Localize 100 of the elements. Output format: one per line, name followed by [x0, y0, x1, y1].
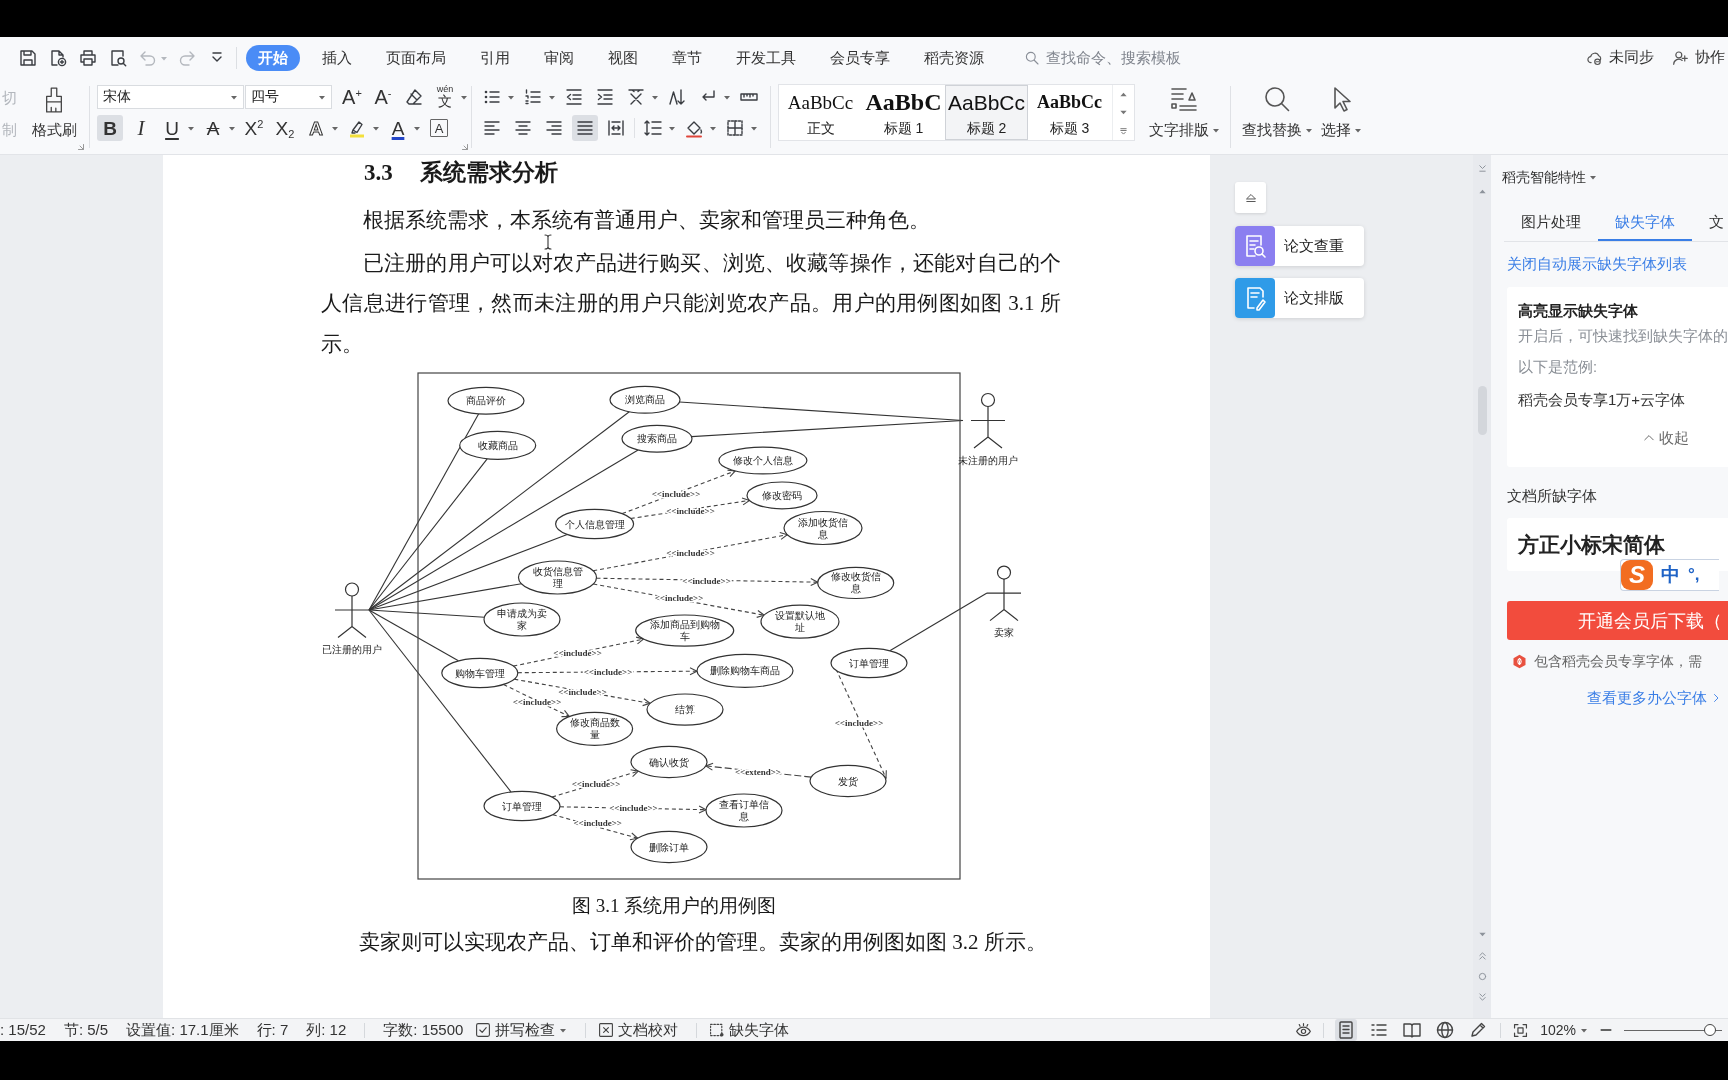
sort-icon[interactable] [667, 87, 687, 107]
collapse-button[interactable]: 收起 [1643, 428, 1689, 448]
style-preset[interactable]: AaBbCc 正文 [779, 85, 862, 140]
more-styles-icon[interactable] [1119, 126, 1128, 136]
scroll-up-icon[interactable] [1477, 187, 1487, 196]
caret-icon[interactable] [187, 124, 195, 132]
slider-thumb[interactable] [1704, 1024, 1717, 1036]
scroll-down-icon[interactable] [1477, 930, 1487, 939]
eraser-icon[interactable] [404, 87, 424, 107]
caret-icon[interactable] [1589, 173, 1597, 181]
ribbon-tab[interactable]: 插入 [310, 44, 364, 71]
caret-icon[interactable] [1211, 126, 1220, 134]
use-case-node: 添加收货信息 [783, 510, 863, 546]
plagiarism-check-button[interactable]: 论文查重 [1235, 226, 1364, 266]
caret-icon[interactable] [413, 124, 421, 132]
select-button[interactable]: 选择 [1317, 78, 1365, 141]
ribbon-tab[interactable]: 页面布局 [374, 44, 458, 71]
justify-icon[interactable] [572, 115, 598, 141]
word-count[interactable]: 字数: 15500 [383, 1019, 464, 1041]
page-view-icon[interactable] [1335, 1019, 1358, 1041]
style-preset[interactable]: AaBbCc 标题 2 [945, 85, 1028, 140]
document-export-icon[interactable] [48, 47, 68, 68]
line-spacing-icon[interactable] [643, 118, 663, 138]
scroll-down-icon[interactable] [1119, 108, 1128, 117]
strikethrough-button[interactable]: A [200, 115, 226, 141]
tip-text: 以下是范例: [1518, 358, 1598, 377]
font-color-button[interactable]: A [385, 115, 411, 141]
save-icon[interactable] [18, 47, 38, 68]
ime-punctuation[interactable]: °, [1688, 565, 1700, 585]
ime-mode[interactable]: 中 [1661, 562, 1680, 588]
shrink-font-button[interactable]: A$^{-}$ [370, 84, 396, 110]
caret-icon[interactable] [1304, 126, 1313, 134]
decrease-indent-icon[interactable] [564, 87, 584, 107]
caret-icon[interactable] [507, 93, 515, 101]
ribbon-tab[interactable]: 稻壳资源 [912, 44, 996, 71]
text-layout-button[interactable]: 文字排版 [1144, 78, 1224, 141]
toggle-list-link[interactable]: 关闭自动展示缺失字体列表 [1507, 254, 1687, 274]
fit-page-icon[interactable] [1512, 1021, 1530, 1039]
caret-icon[interactable] [750, 124, 758, 132]
subscript-button[interactable]: X$_{2}$ [272, 115, 298, 141]
ribbon-tab[interactable]: 引用 [468, 44, 522, 71]
search-icon [1262, 84, 1292, 114]
border-grid-icon[interactable] [725, 118, 745, 138]
underline-button[interactable]: U [159, 115, 185, 141]
panel-tab[interactable]: 图片处理 [1504, 205, 1598, 241]
section-label: 文档所缺字体 [1507, 486, 1597, 506]
caret-icon[interactable] [651, 93, 659, 101]
ribbon-tab[interactable]: 审阅 [532, 44, 586, 71]
character-border-button[interactable]: A [430, 119, 448, 137]
chevron-bar-icon[interactable] [1477, 164, 1487, 173]
caret-icon[interactable] [331, 124, 339, 132]
caret-icon[interactable] [230, 93, 238, 101]
style-preset[interactable]: AaBbC 标题 1 [862, 85, 945, 140]
style-preset[interactable]: AaBbCc 标题 3 [1028, 85, 1111, 140]
grow-font-button[interactable]: A$^{+}$ [339, 84, 365, 110]
text-direction-icon[interactable] [626, 87, 646, 107]
numbered-list-icon[interactable] [523, 87, 543, 107]
caret-icon[interactable] [559, 1026, 568, 1034]
panel-tab[interactable]: 缺失字体 [1598, 205, 1692, 241]
font-name-field[interactable]: 宋体 [97, 85, 244, 109]
font-size-field[interactable]: 四号 [245, 85, 332, 109]
thesis-layout-button[interactable]: 论文排版 [1235, 278, 1364, 318]
print-preview-icon[interactable] [108, 47, 128, 68]
more-fonts-link[interactable]: 查看更多办公字体 [1587, 688, 1721, 708]
ribbon-tab[interactable]: 会员专享 [818, 44, 902, 71]
caret-icon[interactable] [228, 124, 236, 132]
caret-icon[interactable] [668, 124, 676, 132]
ribbon-tab[interactable]: 开发工具 [724, 44, 808, 71]
bold-button[interactable]: B [97, 115, 123, 141]
dialog-launcher-icon[interactable] [462, 144, 468, 150]
increase-indent-icon[interactable] [595, 87, 615, 107]
ribbon-tab[interactable]: 章节 [660, 44, 714, 71]
format-painter-button[interactable]: 格式刷 [28, 78, 80, 141]
download-button[interactable]: 开通会员后下载（ [1507, 601, 1728, 640]
italic-button[interactable]: I [128, 115, 154, 141]
caret-icon[interactable] [460, 93, 468, 101]
search-field[interactable]: 查找命令、搜索模板 [1046, 46, 1196, 69]
superscript-button[interactable]: X$^{2}$ [241, 115, 267, 141]
feature-dropdown[interactable]: 稻壳智能特性 [1502, 167, 1597, 187]
print-icon[interactable] [78, 47, 98, 68]
caret-icon[interactable] [318, 93, 326, 101]
caret-icon[interactable] [1580, 1026, 1588, 1034]
dialog-launcher-icon[interactable] [78, 144, 84, 150]
actor-label: 卖家 [994, 627, 1014, 639]
caret-icon[interactable] [372, 124, 380, 132]
collaborate-button[interactable]: 协作 [1672, 48, 1725, 67]
caret-icon[interactable] [1353, 126, 1362, 134]
caret-icon[interactable] [548, 93, 556, 101]
zoom-level-dropdown[interactable]: 102% [1540, 1022, 1588, 1038]
find-replace-button[interactable]: 查找替换 [1237, 78, 1317, 141]
spell-check-button[interactable]: 拼写检查 [475, 1020, 568, 1040]
caret-icon[interactable] [709, 124, 717, 132]
phonetic-guide-button[interactable]: wén 文 [432, 84, 458, 110]
caret-icon[interactable] [723, 93, 731, 101]
eye-icon[interactable] [1295, 1021, 1313, 1039]
panel-tab[interactable]: 文 [1692, 205, 1724, 241]
ribbon-tab[interactable]: 视图 [596, 44, 650, 71]
sync-status-button[interactable]: 未同步 [1586, 48, 1654, 67]
proofread-button[interactable]: 文档校对 [598, 1020, 679, 1040]
missing-fonts-button[interactable]: 缺失字体 [709, 1020, 790, 1040]
